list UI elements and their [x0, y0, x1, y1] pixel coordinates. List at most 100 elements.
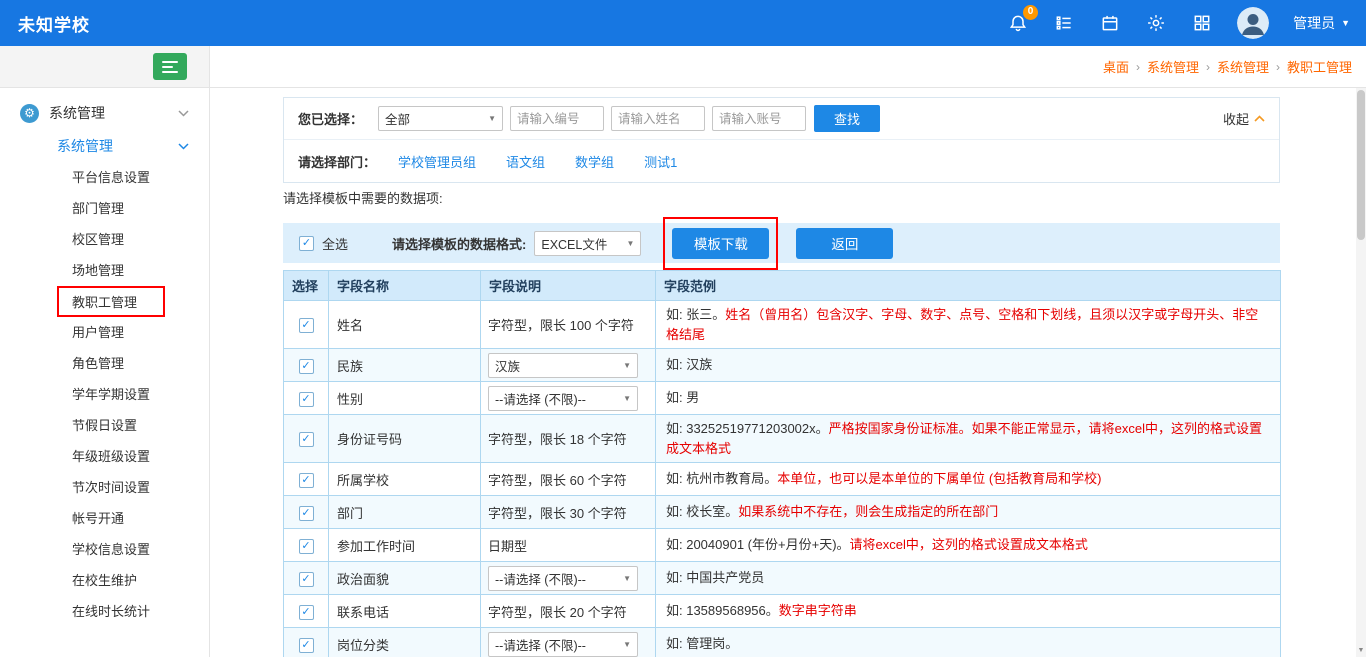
breadcrumb-item[interactable]: 桌面 [1103, 57, 1129, 76]
field-example-cell: 如: 汉族 [656, 349, 1281, 382]
collapse-toggle[interactable]: 收起 [1223, 109, 1265, 128]
filter-type-select[interactable]: 全部 ▼ [378, 106, 503, 131]
sidebar-item[interactable]: 部门管理 [0, 193, 209, 224]
field-example-cell: 如: 男 [656, 382, 1281, 415]
row-checkbox[interactable]: ✓ [299, 318, 314, 333]
search-button[interactable]: 查找 [814, 105, 880, 132]
calendar-icon[interactable] [1099, 12, 1121, 34]
sidebar-item[interactable]: 校区管理 [0, 224, 209, 255]
format-select[interactable]: EXCEL文件 ▼ [534, 231, 641, 256]
filter-input-0[interactable] [510, 106, 604, 131]
chevron-down-icon: ▼ [623, 361, 631, 370]
sidebar-item[interactable]: 角色管理 [0, 348, 209, 379]
example-text: 如: 中国共产党员 [666, 570, 764, 585]
sidebar-group-system[interactable]: ⚙ 系统管理 [0, 96, 209, 130]
example-text: 如: 33252519771203002x。 [666, 421, 829, 436]
sidebar-item[interactable]: 平台信息设置 [0, 162, 209, 193]
checkbox-cell: ✓ [284, 415, 329, 463]
field-desc-select-value: --请选择 (不限)-- [495, 389, 586, 408]
scrollbar-thumb[interactable] [1357, 90, 1365, 240]
column-header: 字段范例 [656, 271, 1281, 301]
gear-icon[interactable] [1145, 12, 1167, 34]
sidebar-item-label: 场地管理 [72, 255, 124, 286]
row-checkbox[interactable]: ✓ [299, 605, 314, 620]
filter-input-1[interactable] [611, 106, 705, 131]
subbar-left [0, 46, 210, 87]
column-header: 字段说明 [481, 271, 656, 301]
breadcrumb-item[interactable]: 系统管理 [1217, 57, 1269, 76]
field-example-cell: 如: 中国共产党员 [656, 562, 1281, 595]
breadcrumb-separator: › [1206, 60, 1210, 74]
example-text: 如: 汉族 [666, 357, 712, 372]
notification-badge: 0 [1023, 5, 1038, 20]
sidebar-item[interactable]: 在校生维护 [0, 565, 209, 596]
sidebar-item[interactable]: 场地管理 [0, 255, 209, 286]
row-checkbox[interactable]: ✓ [299, 392, 314, 407]
sidebar-item-label: 学年学期设置 [72, 379, 150, 410]
sidebar: ⚙ 系统管理 系统管理 平台信息设置部门管理校区管理场地管理教职工管理用户管理角… [0, 88, 210, 657]
row-checkbox[interactable]: ✓ [299, 432, 314, 447]
scrollbar-down-arrow[interactable]: ▼ [1356, 645, 1366, 657]
department-link[interactable]: 学校管理员组 [398, 152, 476, 171]
filter-input-2[interactable] [712, 106, 806, 131]
sidebar-toggle-button[interactable] [153, 53, 187, 80]
row-checkbox[interactable]: ✓ [299, 638, 314, 653]
select-all-label: 全选 [322, 234, 348, 253]
sidebar-item[interactable]: 节次时间设置 [0, 472, 209, 503]
table-row: ✓身份证号码字符型，限长 18 个字符如: 33252519771203002x… [284, 415, 1281, 463]
sidebar-item-label: 在线时长统计 [72, 596, 150, 627]
grid-icon[interactable] [1191, 12, 1213, 34]
collapse-label: 收起 [1223, 109, 1249, 128]
user-menu[interactable]: 管理员 ▼ [1293, 13, 1350, 33]
sidebar-item-label: 角色管理 [72, 348, 124, 379]
breadcrumb-item: 教职工管理 [1287, 57, 1352, 76]
field-desc-cell: 字符型，限长 30 个字符 [481, 496, 656, 529]
sidebar-item[interactable]: 学校信息设置 [0, 534, 209, 565]
sidebar-item[interactable]: 节假日设置 [0, 410, 209, 441]
field-name-cell: 政治面貌 [329, 562, 481, 595]
field-desc-select[interactable]: 汉族▼ [488, 353, 638, 378]
sidebar-item[interactable]: 年级班级设置 [0, 441, 209, 472]
sidebar-menu: 平台信息设置部门管理校区管理场地管理教职工管理用户管理角色管理学年学期设置节假日… [0, 162, 209, 627]
field-desc-select[interactable]: --请选择 (不限)--▼ [488, 386, 638, 411]
sidebar-item[interactable]: 用户管理 [0, 317, 209, 348]
sidebar-item-label: 部门管理 [72, 193, 124, 224]
chevron-down-icon: ▼ [626, 239, 634, 248]
avatar[interactable] [1237, 7, 1269, 39]
department-link[interactable]: 语文组 [506, 152, 545, 171]
row-checkbox[interactable]: ✓ [299, 539, 314, 554]
select-all-checkbox[interactable]: ✓ [299, 236, 314, 251]
example-note-red: 姓名（曾用名）包含汉字、字母、数字、点号、空格和下划线，且须以汉字或字母开头、非… [666, 307, 1258, 342]
sidebar-item-label: 用户管理 [72, 317, 124, 348]
department-link[interactable]: 数学组 [575, 152, 614, 171]
example-text: 如: 杭州市教育局。 [666, 471, 777, 486]
field-desc-select[interactable]: --请选择 (不限)--▼ [488, 632, 638, 657]
vertical-scrollbar[interactable]: ▼ [1356, 88, 1366, 657]
department-link[interactable]: 测试1 [644, 152, 677, 171]
sidebar-item[interactable]: 教职工管理 [0, 286, 209, 317]
bell-icon[interactable]: 0 [1007, 12, 1029, 34]
field-desc-cell: 字符型，限长 100 个字符 [481, 301, 656, 349]
sidebar-subgroup-label: 系统管理 [57, 136, 113, 156]
field-example-cell: 如: 校长室。如果系统中不存在，则会生成指定的所在部门 [656, 496, 1281, 529]
table-row: ✓ 政治面貌 --请选择 (不限)--▼ 如: 中国共产党员 [284, 562, 1281, 595]
table-row: ✓民族汉族▼如: 汉族 [284, 349, 1281, 382]
back-button[interactable]: 返回 [796, 228, 893, 259]
field-desc-cell: 字符型，限长 18 个字符 [481, 415, 656, 463]
breadcrumb-item[interactable]: 系统管理 [1147, 57, 1199, 76]
sidebar-item[interactable]: 帐号开通 [0, 503, 209, 534]
list-icon[interactable] [1053, 12, 1075, 34]
field-desc-select[interactable]: --请选择 (不限)--▼ [488, 566, 638, 591]
sidebar-item[interactable]: 学年学期设置 [0, 379, 209, 410]
row-checkbox[interactable]: ✓ [299, 473, 314, 488]
subbar: 桌面›系统管理›系统管理›教职工管理 [0, 46, 1366, 88]
template-hint: 请选择模板中需要的数据项: [283, 189, 1366, 209]
template-download-button[interactable]: 模板下载 [672, 228, 769, 259]
sidebar-subgroup-system[interactable]: 系统管理 [0, 130, 209, 162]
row-checkbox[interactable]: ✓ [299, 572, 314, 587]
field-desc-cell: --请选择 (不限)--▼ [481, 382, 656, 415]
sidebar-item[interactable]: 在线时长统计 [0, 596, 209, 627]
row-checkbox[interactable]: ✓ [299, 506, 314, 521]
format-value: EXCEL文件 [541, 234, 607, 253]
row-checkbox[interactable]: ✓ [299, 359, 314, 374]
